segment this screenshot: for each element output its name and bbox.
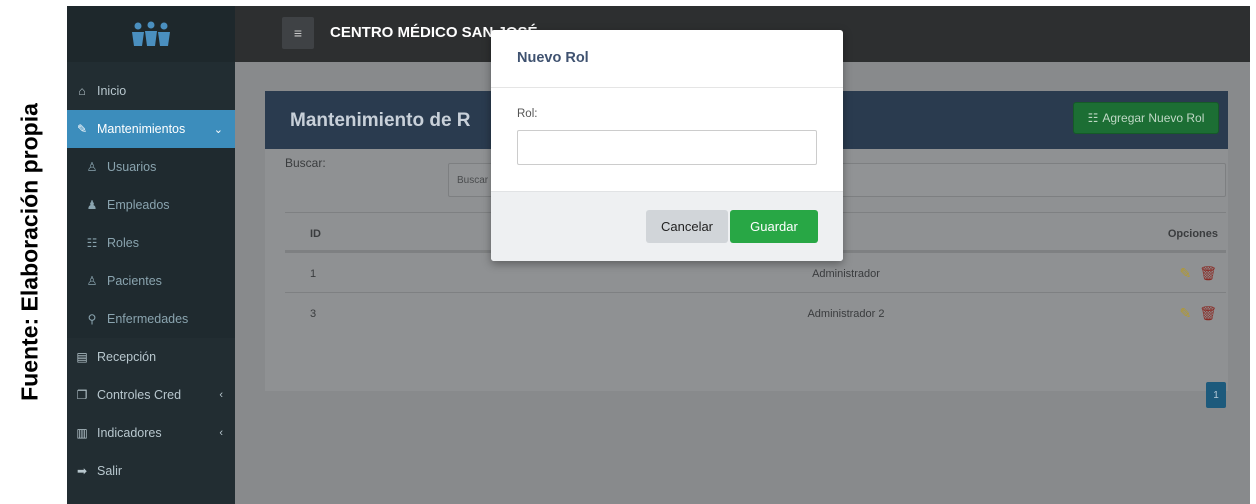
sidebar-item-recepcion[interactable]: ▤ Recepción: [67, 338, 235, 376]
cell-id: 3: [310, 308, 317, 320]
role-field-label: Rol:: [517, 108, 538, 120]
modal-footer: Cancelar Guardar: [491, 191, 843, 261]
sidebar-item-label: Inicio: [97, 84, 127, 98]
chevron-left-icon: ‹: [219, 389, 223, 401]
chevron-left-icon: ‹: [219, 427, 223, 439]
bar-chart-icon: ▥: [76, 426, 88, 440]
trash-icon[interactable]: 🗑: [1199, 305, 1217, 322]
column-header-opciones: Opciones: [1167, 228, 1218, 240]
sidebar-item-label: Enfermedades: [107, 312, 189, 326]
add-role-label: Agregar Nuevo Rol: [1102, 111, 1205, 125]
sidebar-item-enfermedades[interactable]: ⚲ Enfermedades: [67, 300, 235, 338]
pagination-page-1[interactable]: 1: [1206, 382, 1226, 408]
source-caption: Fuente: Elaboración propia: [0, 0, 60, 504]
row-options: ✎ 🗑: [1179, 265, 1217, 282]
page-title: Mantenimiento de R: [290, 110, 471, 131]
sidebar-item-label: Recepción: [97, 350, 157, 364]
sidebar-item-indicadores[interactable]: ▥ Indicadores ‹: [67, 414, 235, 452]
sidebar-item-label: Salir: [97, 464, 123, 478]
hamburger-icon: ≡: [293, 25, 303, 41]
copy-icon: ❐: [76, 388, 88, 402]
new-role-modal: Nuevo Rol Rol: Cancelar Guardar: [491, 30, 843, 261]
home-icon: ⌂: [78, 84, 86, 98]
sidebar-item-roles[interactable]: ☷ Roles: [67, 224, 235, 262]
caption-text: Fuente: Elaboración propia: [16, 103, 43, 401]
column-header-id: ID: [310, 228, 321, 240]
role-input[interactable]: [517, 130, 817, 165]
sidebar-item-label: Pacientes: [107, 274, 162, 288]
sidebar-item-controles-cred[interactable]: ❐ Controles Cred ‹: [67, 376, 235, 414]
search-icon: ⚲: [87, 312, 97, 326]
sidebar-item-pacientes[interactable]: ♙ Pacientes: [67, 262, 235, 300]
cell-role: Administrador 2: [807, 308, 885, 320]
sidebar-item-inicio[interactable]: ⌂ Inicio: [67, 72, 235, 110]
roles-icon: ☷: [86, 236, 98, 250]
user-icon: ♙: [86, 274, 98, 288]
sidebar-item-label: Usuarios: [107, 160, 157, 174]
table-row: 3 Administrador 2 ✎ 🗑: [285, 292, 1226, 332]
sidebar-item-label: Mantenimientos: [97, 122, 186, 136]
clipboard-icon: ▤: [76, 350, 88, 364]
sidebar: ⌂ Inicio ✎ Mantenimientos ⌄ ♙ Usuarios ♟…: [67, 6, 235, 504]
sidebar-item-label: Indicadores: [97, 426, 162, 440]
edit-icon[interactable]: ✎: [1179, 265, 1191, 282]
roles-icon: ☷: [1087, 111, 1099, 125]
logo: [67, 6, 235, 62]
search-label: Buscar:: [285, 156, 326, 170]
modal-divider: [491, 87, 843, 88]
sidebar-item-label: Empleados: [107, 198, 170, 212]
exit-icon: ➡: [76, 464, 88, 478]
employees-icon: ♟: [86, 198, 98, 212]
save-button[interactable]: Guardar: [730, 210, 818, 243]
sidebar-item-mantenimientos[interactable]: ✎ Mantenimientos ⌄: [67, 110, 235, 148]
search-placeholder: Buscar: [457, 174, 489, 186]
chevron-down-icon: ⌄: [213, 123, 223, 136]
edit-icon[interactable]: ✎: [1179, 305, 1191, 322]
cancel-button[interactable]: Cancelar: [646, 210, 728, 243]
sidebar-item-label: Roles: [107, 236, 139, 250]
sidebar-item-usuarios[interactable]: ♙ Usuarios: [67, 148, 235, 186]
modal-title: Nuevo Rol: [517, 50, 589, 66]
menu-toggle-button[interactable]: ≡: [282, 17, 314, 49]
add-role-button[interactable]: ☷ Agregar Nuevo Rol: [1073, 102, 1219, 134]
family-logo-icon: [132, 21, 170, 46]
cell-role: Administrador: [812, 268, 880, 280]
sidebar-item-label: Controles Cred: [97, 388, 182, 402]
cell-id: 1: [310, 268, 317, 280]
row-options: ✎ 🗑: [1179, 305, 1217, 322]
sidebar-item-salir[interactable]: ➡ Salir: [67, 452, 235, 490]
user-icon: ♙: [86, 160, 98, 174]
wrench-icon: ✎: [76, 122, 88, 136]
sidebar-item-empleados[interactable]: ♟ Empleados: [67, 186, 235, 224]
sidebar-nav: ⌂ Inicio ✎ Mantenimientos ⌄ ♙ Usuarios ♟…: [67, 72, 235, 490]
trash-icon[interactable]: 🗑: [1199, 265, 1217, 282]
